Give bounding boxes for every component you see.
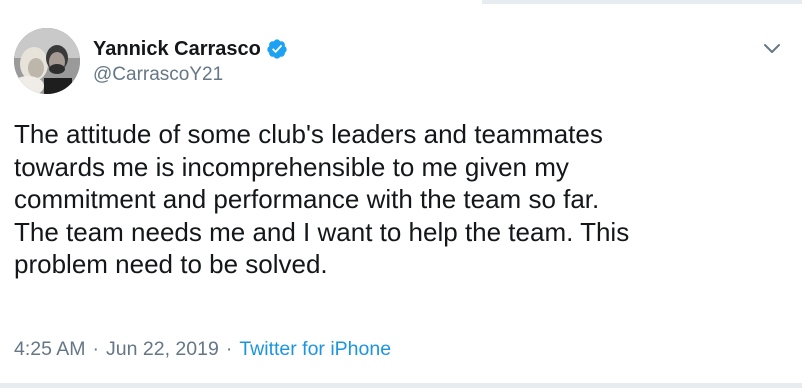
- author-names: Yannick Carrasco @CarrascoY21: [93, 36, 288, 86]
- author-handle[interactable]: @CarrascoY21: [93, 64, 288, 86]
- display-name-row: Yannick Carrasco: [93, 36, 288, 62]
- verified-badge-icon: [266, 38, 288, 60]
- chevron-down-icon[interactable]: [760, 36, 784, 60]
- tweet-time[interactable]: 4:25 AM: [14, 338, 86, 360]
- tweet-date[interactable]: Jun 22, 2019: [106, 338, 219, 360]
- tweet-text: The attitude of some club's leaders and …: [14, 119, 630, 279]
- tweet-source-link[interactable]: Twitter for iPhone: [239, 338, 391, 360]
- display-name[interactable]: Yannick Carrasco: [93, 38, 261, 61]
- tweet-card: Yannick Carrasco @CarrascoY21 The attitu…: [0, 0, 802, 388]
- avatar[interactable]: [14, 28, 80, 94]
- tweet-meta: 4:25 AM · Jun 22, 2019 · Twitter for iPhone: [14, 338, 391, 361]
- top-divider: [482, 0, 802, 4]
- bottom-divider: [0, 383, 802, 388]
- tweet-header: Yannick Carrasco @CarrascoY21: [14, 28, 788, 94]
- meta-separator: ·: [225, 338, 233, 360]
- avatar-image: [14, 28, 80, 94]
- meta-separator: ·: [92, 338, 100, 360]
